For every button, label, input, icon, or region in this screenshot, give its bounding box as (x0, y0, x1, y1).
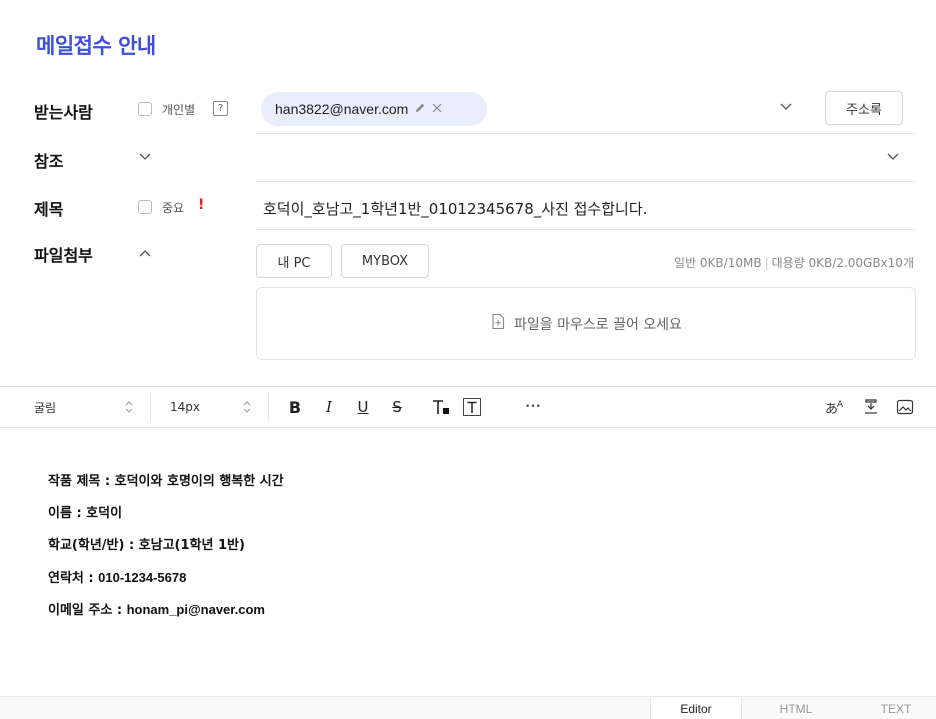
close-icon[interactable] (432, 102, 442, 116)
italic-button[interactable]: I (318, 387, 340, 427)
individual-label: 개인별 (162, 103, 196, 117)
recipient-chip[interactable]: han3822@naver.com (261, 92, 487, 126)
individual-checkbox[interactable] (138, 102, 152, 116)
phone-value: 010-1234-5678 (98, 570, 187, 585)
body-line: 이메일 주소 : honam_pi@naver.com (48, 594, 284, 626)
editor-body[interactable]: 작품 제목 : 호덕이와 호명이의 행복한 시간 이름 : 호덕이 학교(학년/… (48, 466, 284, 626)
subject-label: 제목 (34, 200, 64, 219)
attach-label: 파일첨부 (34, 246, 93, 265)
strikethrough-button[interactable]: S (386, 387, 408, 427)
font-stepper-icon[interactable] (124, 387, 138, 427)
chevron-down-icon[interactable] (139, 153, 151, 163)
font-select[interactable]: 굴림 (34, 387, 134, 427)
quota-normal: 일반 0KB/10MB (674, 256, 762, 270)
divider (256, 133, 916, 134)
editor-mode-tabs: Editor HTML TEXT (0, 696, 936, 719)
important-checkbox[interactable] (138, 200, 152, 214)
text-background-icon[interactable] (460, 387, 484, 427)
tab-html[interactable]: HTML (750, 697, 842, 719)
size-select[interactable]: 14px (170, 387, 230, 427)
font-select-value: 굴림 (34, 400, 57, 415)
signature-icon[interactable] (860, 387, 882, 427)
recipient-label: 받는사람 (34, 103, 93, 122)
chevron-down-icon[interactable] (887, 153, 899, 163)
text-color-icon[interactable] (428, 387, 454, 427)
file-dropzone[interactable]: 파일을 마우스로 끌어 오세요 (256, 287, 916, 360)
quota-separator: | (764, 256, 769, 270)
quota-large: 대용량 0KB/2.00GBx10개 (771, 256, 914, 270)
tab-text[interactable]: TEXT (850, 697, 936, 719)
phone-label: 연락처 : (48, 571, 99, 586)
email-value: honam_pi@naver.com (126, 602, 265, 617)
divider (256, 181, 916, 182)
translate-icon[interactable]: あA (822, 387, 848, 427)
important-mark-icon: ! (198, 197, 205, 213)
svg-text:A: A (837, 400, 844, 410)
dropzone-text: 파일을 마우스로 끌어 오세요 (514, 316, 682, 333)
more-button[interactable]: ••• (522, 387, 544, 427)
address-book-button[interactable]: 주소록 (825, 91, 903, 125)
chevron-down-icon[interactable] (780, 103, 792, 113)
edit-icon[interactable] (414, 102, 426, 117)
attach-quota: 일반 0KB/10MB | 대용량 0KB/2.00GBx10개 (674, 254, 914, 271)
help-icon[interactable]: ? (213, 101, 228, 116)
my-pc-button[interactable]: 내 PC (256, 244, 332, 278)
chevron-up-icon[interactable] (139, 249, 151, 259)
image-icon[interactable] (894, 387, 916, 427)
editor-toolbar: 굴림 14px B I U S ••• あA (0, 386, 936, 428)
size-select-value: 14px (170, 400, 200, 414)
underline-button[interactable]: U (352, 387, 374, 427)
file-add-icon (490, 313, 506, 334)
size-stepper-icon[interactable] (242, 387, 256, 427)
mybox-button[interactable]: MYBOX (341, 244, 429, 278)
divider (256, 229, 916, 230)
bold-button[interactable]: B (284, 387, 306, 427)
body-line: 이름 : 호덕이 (48, 506, 123, 521)
body-line: 작품 제목 : 호덕이와 호명이의 행복한 시간 (48, 474, 284, 489)
important-label: 중요 (162, 201, 185, 215)
tab-editor[interactable]: Editor (650, 697, 742, 719)
page-title: 메일접수 안내 (36, 34, 156, 58)
recipient-chip-address: han3822@naver.com (275, 101, 409, 117)
body-line: 학교(학년/반) : 호남고(1학년 1반) (48, 538, 245, 553)
toolbar-separator (150, 393, 151, 421)
body-line: 연락처 : 010-1234-5678 (48, 562, 284, 594)
cc-label: 참조 (34, 152, 64, 171)
toolbar-separator (268, 393, 269, 421)
email-label: 이메일 주소 : (48, 603, 127, 618)
subject-input[interactable]: 호덕이_호남고_1학년1반_01012345678_사진 접수합니다. (263, 198, 647, 219)
